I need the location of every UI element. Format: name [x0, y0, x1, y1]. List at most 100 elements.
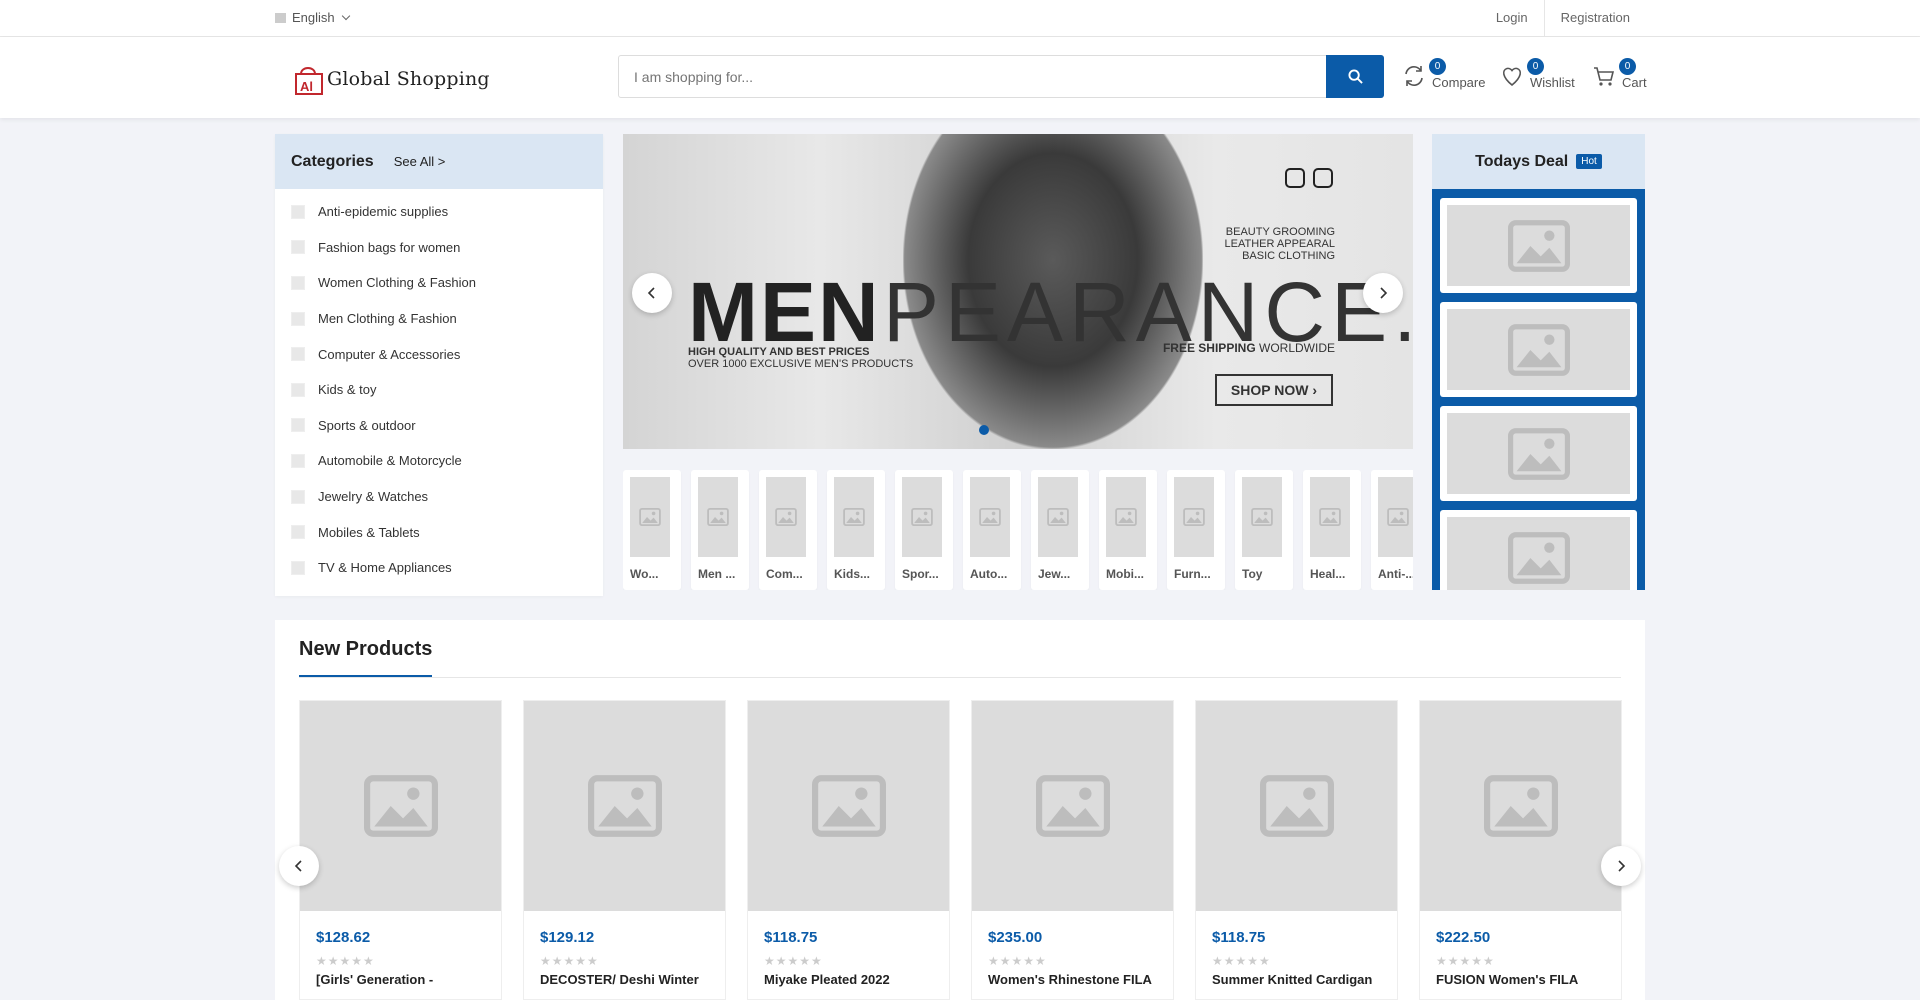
category-thumb-label: Com...	[766, 567, 803, 581]
top-bar: English Login Registration	[0, 0, 1920, 37]
product-image	[300, 701, 501, 911]
product-card[interactable]: $222.50 ★★★★★ FUSION Women's FILA	[1419, 700, 1622, 1000]
deal-card[interactable]	[1440, 302, 1637, 397]
banner-next-button[interactable]	[1363, 273, 1403, 313]
category-item[interactable]: Mobiles & Tablets	[275, 514, 603, 550]
image-placeholder-icon	[1507, 323, 1570, 376]
products-next-button[interactable]	[1601, 846, 1641, 886]
category-thumb-label: Heal...	[1310, 567, 1346, 581]
category-thumb[interactable]: Furn...	[1167, 470, 1225, 590]
deal-image	[1447, 309, 1630, 390]
banner-social-icons	[1285, 168, 1333, 188]
product-name[interactable]: Women's Rhinestone FILA	[988, 972, 1173, 987]
category-item[interactable]: Kids & toy	[275, 372, 603, 408]
category-thumb[interactable]: Toy	[1235, 470, 1293, 590]
category-thumb[interactable]: Wo...	[623, 470, 681, 590]
category-thumb-label: Kids...	[834, 567, 871, 581]
category-label: Computer & Accessories	[318, 346, 461, 362]
category-item[interactable]: Anti-epidemic supplies	[275, 194, 603, 230]
see-all-link[interactable]: See All >	[394, 154, 446, 169]
product-card[interactable]: $128.62 ★★★★★ [Girls' Generation -	[299, 700, 502, 1000]
wishlist-label: Wishlist	[1530, 75, 1575, 90]
category-label: Automobile & Motorcycle	[318, 453, 462, 469]
image-placeholder-icon	[1251, 508, 1273, 526]
wishlist-link[interactable]: 0 Wishlist	[1500, 58, 1575, 90]
banner-prev-button[interactable]	[632, 273, 672, 313]
compare-label: Compare	[1432, 75, 1486, 90]
compare-link[interactable]: 0 Compare	[1402, 58, 1486, 90]
category-icon	[291, 525, 305, 540]
product-name[interactable]: [Girls' Generation -	[316, 972, 501, 987]
shop-now-button[interactable]: SHOP NOW ›	[1214, 374, 1333, 406]
category-icon	[291, 204, 305, 219]
hero-banner[interactable]: BEAUTY GROOMING LEATHER APPEARAL BASIC C…	[623, 134, 1413, 449]
category-item[interactable]: Men Clothing & Fashion	[275, 301, 603, 337]
category-thumb[interactable]: Mobi...	[1099, 470, 1157, 590]
category-thumb-image	[1378, 477, 1413, 557]
star-rating-icon: ★★★★★	[1212, 954, 1271, 968]
search-button[interactable]	[1326, 55, 1384, 98]
category-item[interactable]: Fashion bags for women	[275, 230, 603, 266]
category-thumb[interactable]: Com...	[759, 470, 817, 590]
product-name[interactable]: DECOSTER/ Deshi Winter	[540, 972, 725, 987]
category-thumb[interactable]: Heal...	[1303, 470, 1361, 590]
product-card[interactable]: $235.00 ★★★★★ Women's Rhinestone FILA	[971, 700, 1174, 1000]
image-placeholder-icon	[1483, 775, 1558, 837]
category-item[interactable]: Jewelry & Watches	[275, 479, 603, 515]
category-thumb[interactable]: Auto...	[963, 470, 1021, 590]
category-item[interactable]: Automobile & Motorcycle	[275, 443, 603, 479]
product-price: $222.50	[1436, 929, 1491, 946]
category-item[interactable]: Sports & outdoor	[275, 408, 603, 444]
category-thumb[interactable]: Anti-...	[1371, 470, 1413, 590]
categories-header: Categories See All >	[275, 134, 603, 189]
product-image	[1420, 701, 1621, 911]
product-name[interactable]: FUSION Women's FILA	[1436, 972, 1621, 987]
category-thumb-label: Jew...	[1038, 567, 1071, 581]
compare-icon: 0	[1402, 58, 1446, 90]
category-item[interactable]: Computer & Accessories	[275, 336, 603, 372]
category-thumb[interactable]: Spor...	[895, 470, 953, 590]
star-rating-icon: ★★★★★	[540, 954, 599, 968]
category-thumb-label: Mobi...	[1106, 567, 1144, 581]
product-card[interactable]: $129.12 ★★★★★ DECOSTER/ Deshi Winter	[523, 700, 726, 1000]
search-icon	[1347, 69, 1363, 84]
cart-link[interactable]: 0 Cart	[1592, 58, 1647, 90]
category-item[interactable]: TV & Home Appliances	[275, 550, 603, 586]
product-image	[748, 701, 949, 911]
category-thumb[interactable]: Men ...	[691, 470, 749, 590]
hot-badge: Hot	[1576, 154, 1602, 169]
banner-subtext: HIGH QUALITY AND BEST PRICES OVER 1000 E…	[688, 346, 913, 370]
product-name[interactable]: Miyake Pleated 2022	[764, 972, 949, 987]
deal-card[interactable]	[1440, 406, 1637, 501]
search-input[interactable]	[619, 56, 1326, 97]
product-image	[972, 701, 1173, 911]
language-selector[interactable]: English	[275, 10, 350, 25]
category-icon	[291, 453, 305, 468]
deal-image	[1447, 517, 1630, 590]
category-thumb[interactable]: Kids...	[827, 470, 885, 590]
category-thumb-image	[1038, 477, 1078, 557]
compare-count-badge: 0	[1429, 58, 1446, 75]
login-link[interactable]: Login	[1480, 0, 1544, 36]
banner-feature: BASIC CLOTHING	[1242, 250, 1335, 262]
category-thumb[interactable]: Jew...	[1031, 470, 1089, 590]
category-thumb-label: Anti-...	[1378, 567, 1413, 581]
registration-link[interactable]: Registration	[1545, 0, 1646, 36]
deal-card[interactable]	[1440, 510, 1637, 590]
todays-deal-header: Todays Deal Hot	[1432, 134, 1645, 189]
product-card[interactable]: $118.75 ★★★★★ Miyake Pleated 2022	[747, 700, 950, 1000]
banner-pagination-dot[interactable]	[979, 425, 989, 435]
products-prev-button[interactable]	[279, 846, 319, 886]
logo[interactable]: Al Global Shopping	[293, 59, 490, 99]
new-products-title: New Products	[299, 638, 433, 677]
deal-card[interactable]	[1440, 198, 1637, 293]
product-name[interactable]: Summer Knitted Cardigan	[1212, 972, 1397, 987]
product-card[interactable]: $118.75 ★★★★★ Summer Knitted Cardigan	[1195, 700, 1398, 1000]
image-placeholder-icon	[1319, 508, 1341, 526]
category-icon	[291, 418, 305, 433]
svg-text:Al: Al	[300, 79, 313, 94]
language-label: English	[292, 10, 335, 25]
category-thumbnail-strip: Wo... Men ... Com... Kids... Spor... Auto... J…	[623, 470, 1413, 590]
category-item[interactable]: Women Clothing & Fashion	[275, 265, 603, 301]
category-thumb-label: Toy	[1242, 567, 1263, 581]
